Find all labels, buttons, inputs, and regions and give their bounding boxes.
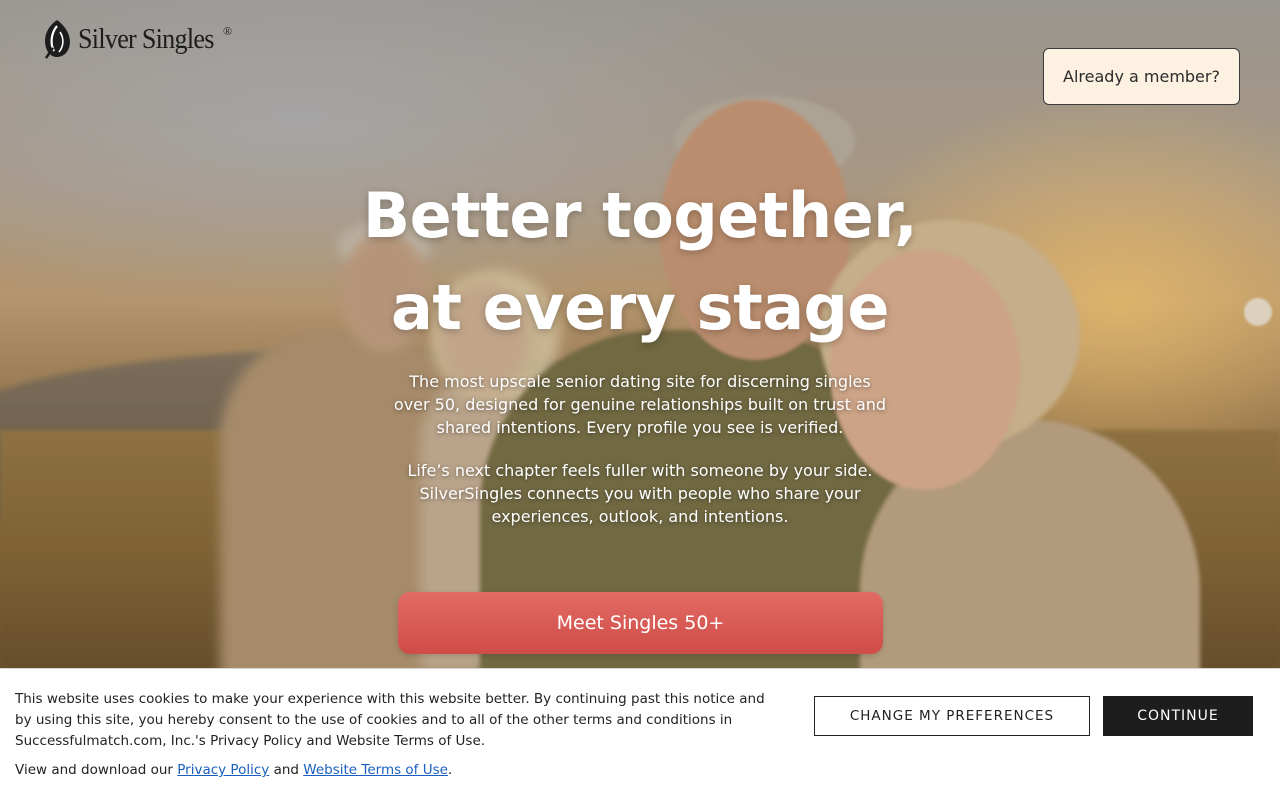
- logo-text: Silver Singles: [78, 22, 214, 55]
- continue-button[interactable]: CONTINUE: [1103, 696, 1253, 736]
- headline-line-1: Better together,: [362, 179, 918, 252]
- silversingles-leaf-icon: [44, 20, 70, 59]
- privacy-policy-link[interactable]: Privacy Policy: [177, 762, 269, 778]
- terms-of-use-link[interactable]: Website Terms of Use: [303, 762, 448, 778]
- links-suffix: .: [447, 762, 453, 778]
- cookie-notice-text: This website uses cookies to make your e…: [15, 691, 765, 749]
- hero-subdescription: Life’s next chapter feels fuller with so…: [407, 461, 873, 526]
- links-prefix: View and download our: [15, 762, 173, 778]
- hero-headline: Better together, at every stage: [340, 170, 940, 354]
- meet-singles-button[interactable]: Meet Singles 50+: [398, 592, 883, 654]
- already-member-button[interactable]: Already a member?: [1043, 48, 1240, 105]
- registered-mark: ®: [223, 24, 233, 38]
- cookie-links-line: View and download our Privacy Policy and…: [15, 760, 452, 781]
- links-and: and: [273, 762, 299, 778]
- headline-line-2: at every stage: [391, 271, 889, 344]
- hero-description: The most upscale senior dating site for …: [393, 372, 887, 437]
- change-preferences-button[interactable]: CHANGE MY PREFERENCES: [814, 696, 1090, 736]
- site-logo[interactable]: Silver Singles ®: [40, 18, 233, 60]
- cookie-banner: This website uses cookies to make your e…: [0, 668, 1280, 800]
